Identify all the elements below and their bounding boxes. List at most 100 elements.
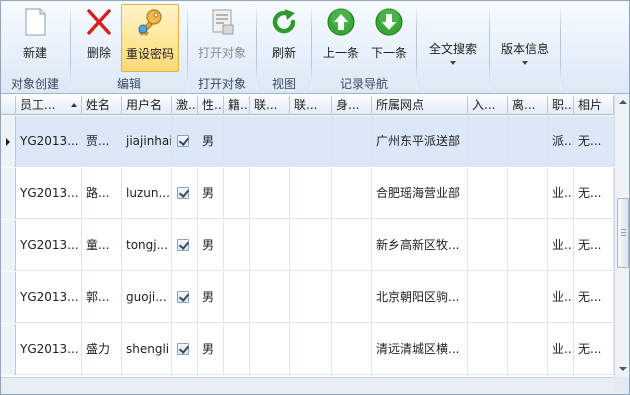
cell-employee-id[interactable]: YG2013... bbox=[16, 272, 82, 323]
cell-hire-date[interactable] bbox=[468, 272, 508, 323]
cell-contact-2[interactable] bbox=[290, 168, 332, 219]
cell-employee-id[interactable]: YG2013... bbox=[16, 324, 82, 375]
horizontal-scrollbar[interactable] bbox=[0, 377, 614, 395]
cell-hire-date[interactable] bbox=[468, 324, 508, 375]
reset-password-button[interactable]: 重设密码 bbox=[121, 4, 179, 72]
cell-username[interactable]: luzun... bbox=[122, 168, 172, 219]
cell-gender[interactable]: 男 bbox=[198, 220, 224, 271]
column-header-active[interactable]: 激... bbox=[172, 96, 198, 115]
column-header-gender[interactable]: 性... bbox=[198, 96, 224, 115]
cell-photo[interactable]: 无... bbox=[574, 324, 614, 375]
table-row[interactable]: YG2013... 盛力 shengli 男 清远清城区横... 业... 无.… bbox=[0, 324, 614, 375]
new-button[interactable]: 新建 bbox=[12, 4, 58, 72]
cell-origin[interactable] bbox=[224, 220, 250, 271]
cell-active[interactable] bbox=[172, 220, 198, 271]
column-header-name[interactable]: 姓名 bbox=[82, 96, 122, 115]
active-checkbox[interactable] bbox=[177, 291, 189, 303]
cell-active[interactable] bbox=[172, 324, 198, 375]
table-row[interactable]: YG2013... 郭... guoji... 男 北京朝阳区驹... 业...… bbox=[0, 272, 614, 323]
next-record-button[interactable]: 下一条 bbox=[366, 4, 412, 72]
column-header-branch[interactable]: 所属网点 bbox=[372, 96, 468, 115]
cell-username[interactable]: tongj... bbox=[122, 220, 172, 271]
active-checkbox[interactable] bbox=[177, 343, 189, 355]
cell-id-card[interactable] bbox=[332, 272, 372, 323]
scroll-up-arrow-icon[interactable] bbox=[619, 100, 627, 104]
cell-id-card[interactable] bbox=[332, 324, 372, 375]
cell-branch[interactable]: 广州东平派送部 bbox=[372, 116, 468, 167]
column-header-origin[interactable]: 籍... bbox=[224, 96, 250, 115]
table-row[interactable]: YG2013... 童... tongj... 男 新乡高新区牧... 业...… bbox=[0, 220, 614, 271]
cell-leave-date[interactable] bbox=[508, 168, 548, 219]
cell-leave-date[interactable] bbox=[508, 272, 548, 323]
cell-gender[interactable]: 男 bbox=[198, 116, 224, 167]
open-object-button[interactable]: 打开对象 bbox=[194, 4, 250, 72]
column-header-photo[interactable]: 相片 bbox=[574, 96, 614, 115]
cell-contact-2[interactable] bbox=[290, 324, 332, 375]
cell-leave-date[interactable] bbox=[508, 324, 548, 375]
previous-record-button[interactable]: 上一条 bbox=[318, 4, 364, 72]
active-checkbox[interactable] bbox=[177, 187, 189, 199]
cell-name[interactable]: 童... bbox=[82, 220, 122, 271]
cell-origin[interactable] bbox=[224, 116, 250, 167]
column-header-contact-2[interactable]: 联... bbox=[290, 96, 332, 115]
cell-position[interactable]: 派... bbox=[548, 116, 574, 167]
column-header-leave-date[interactable]: 离... bbox=[508, 96, 548, 115]
cell-id-card[interactable] bbox=[332, 220, 372, 271]
cell-gender[interactable]: 男 bbox=[198, 272, 224, 323]
cell-active[interactable] bbox=[172, 116, 198, 167]
full-text-search-dropdown[interactable]: 全文搜索 bbox=[423, 36, 483, 72]
cell-contact-2[interactable] bbox=[290, 220, 332, 271]
cell-origin[interactable] bbox=[224, 272, 250, 323]
version-info-dropdown[interactable]: 版本信息 bbox=[496, 36, 554, 72]
cell-username[interactable]: guoji... bbox=[122, 272, 172, 323]
column-header-id-card[interactable]: 身... bbox=[332, 96, 372, 115]
delete-button[interactable]: 删除 bbox=[79, 4, 119, 72]
cell-branch[interactable]: 合肥瑶海营业部 bbox=[372, 168, 468, 219]
refresh-button[interactable]: 刷新 bbox=[263, 4, 305, 72]
cell-branch[interactable]: 清远清城区横... bbox=[372, 324, 468, 375]
cell-name[interactable]: 郭... bbox=[82, 272, 122, 323]
cell-employee-id[interactable]: YG2013... bbox=[16, 116, 82, 167]
cell-contact-1[interactable] bbox=[250, 324, 290, 375]
cell-leave-date[interactable] bbox=[508, 220, 548, 271]
cell-gender[interactable]: 男 bbox=[198, 324, 224, 375]
cell-contact-1[interactable] bbox=[250, 116, 290, 167]
cell-contact-1[interactable] bbox=[250, 220, 290, 271]
cell-branch[interactable]: 新乡高新区牧... bbox=[372, 220, 468, 271]
scroll-down-arrow-icon[interactable] bbox=[619, 367, 627, 371]
cell-hire-date[interactable] bbox=[468, 220, 508, 271]
cell-contact-2[interactable] bbox=[290, 116, 332, 167]
cell-id-card[interactable] bbox=[332, 168, 372, 219]
column-header-position[interactable]: 职... bbox=[548, 96, 574, 115]
cell-position[interactable]: 业... bbox=[548, 324, 574, 375]
column-header-username[interactable]: 用户名 bbox=[122, 96, 172, 115]
cell-photo[interactable]: 无... bbox=[574, 220, 614, 271]
cell-name[interactable]: 盛力 bbox=[82, 324, 122, 375]
vertical-scrollbar[interactable] bbox=[614, 94, 630, 377]
cell-position[interactable]: 业... bbox=[548, 168, 574, 219]
table-row[interactable]: YG2013... 路... luzun... 男 合肥瑶海营业部 业... 无… bbox=[0, 168, 614, 219]
cell-origin[interactable] bbox=[224, 168, 250, 219]
vertical-scroll-thumb[interactable] bbox=[617, 198, 629, 268]
cell-photo[interactable]: 无... bbox=[574, 116, 614, 167]
cell-photo[interactable]: 无... bbox=[574, 272, 614, 323]
cell-username[interactable]: shengli bbox=[122, 324, 172, 375]
column-header-employee-id[interactable]: 员工... bbox=[16, 96, 82, 115]
cell-id-card[interactable] bbox=[332, 116, 372, 167]
cell-employee-id[interactable]: YG2013... bbox=[16, 168, 82, 219]
cell-contact-1[interactable] bbox=[250, 168, 290, 219]
cell-photo[interactable]: 无... bbox=[574, 168, 614, 219]
cell-active[interactable] bbox=[172, 168, 198, 219]
cell-position[interactable]: 业... bbox=[548, 220, 574, 271]
cell-employee-id[interactable]: YG2013... bbox=[16, 220, 82, 271]
cell-hire-date[interactable] bbox=[468, 168, 508, 219]
active-checkbox[interactable] bbox=[177, 239, 189, 251]
cell-name[interactable]: 路... bbox=[82, 168, 122, 219]
cell-contact-1[interactable] bbox=[250, 272, 290, 323]
cell-contact-2[interactable] bbox=[290, 272, 332, 323]
active-checkbox[interactable] bbox=[177, 135, 189, 147]
cell-leave-date[interactable] bbox=[508, 116, 548, 167]
cell-username[interactable]: jiajinhai bbox=[122, 116, 172, 167]
table-row[interactable]: YG2013... 贾... jiajinhai 男 广州东平派送部 派... … bbox=[0, 116, 614, 167]
column-header-contact-1[interactable]: 联... bbox=[250, 96, 290, 115]
